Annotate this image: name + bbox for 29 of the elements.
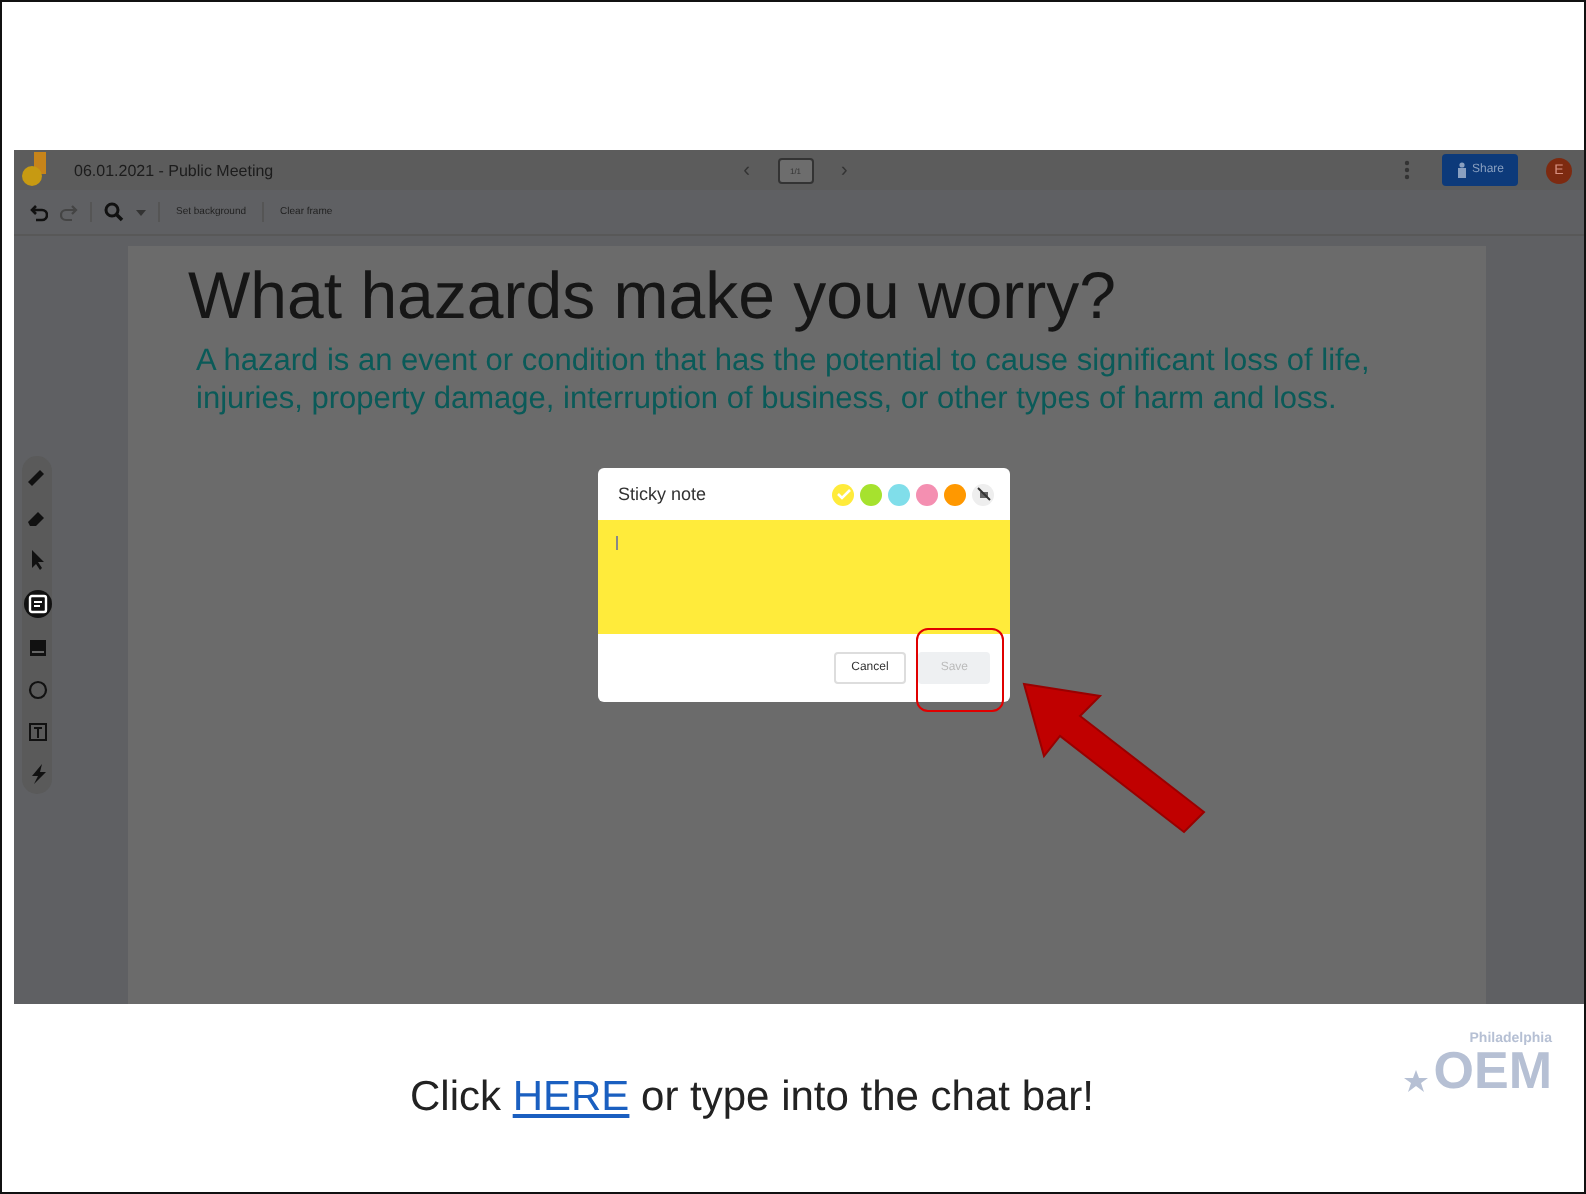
text-box-icon[interactable] — [25, 720, 49, 744]
eraser-icon[interactable] — [25, 506, 49, 530]
frame-body-text: A hazard is an event or condition that has the potential to cause significant loss of life, injuries, property damage, interruption of business, or other types of harm and loss. — [196, 342, 1372, 418]
color-swatch[interactable] — [860, 483, 882, 505]
color-swatch[interactable] — [832, 483, 854, 505]
next-frame-button[interactable]: › — [833, 159, 856, 181]
here-link[interactable]: HERE — [512, 1074, 630, 1120]
color-swatch[interactable] — [916, 483, 938, 505]
more-options-icon[interactable] — [1403, 160, 1410, 180]
color-swatch[interactable] — [944, 483, 966, 505]
redo-icon[interactable] — [60, 203, 78, 221]
person-icon — [1455, 162, 1468, 178]
circle-icon[interactable] — [25, 678, 49, 702]
image-icon[interactable] — [25, 636, 49, 660]
previous-frame-button[interactable]: ‹ — [735, 159, 758, 181]
dropdown-caret-icon[interactable] — [136, 209, 146, 215]
highlight-ring — [916, 628, 1004, 712]
dialog-title: Sticky note — [618, 484, 707, 504]
document-title: 06.01.2021 - Public Meeting — [74, 161, 274, 179]
frame-heading: What hazards make you worry? — [188, 258, 1119, 334]
app-logo-icon — [22, 152, 50, 188]
no-color-swatch[interactable] — [972, 483, 994, 505]
color-swatch[interactable] — [888, 483, 910, 505]
pen-icon[interactable] — [25, 464, 49, 488]
sticky-note-icon[interactable] — [23, 590, 51, 618]
undo-icon[interactable] — [30, 203, 48, 221]
caption-text: Click HERE or type into the chat bar! — [410, 1074, 1095, 1122]
zoom-icon[interactable] — [104, 202, 124, 222]
note-text-field[interactable] — [598, 520, 1010, 634]
